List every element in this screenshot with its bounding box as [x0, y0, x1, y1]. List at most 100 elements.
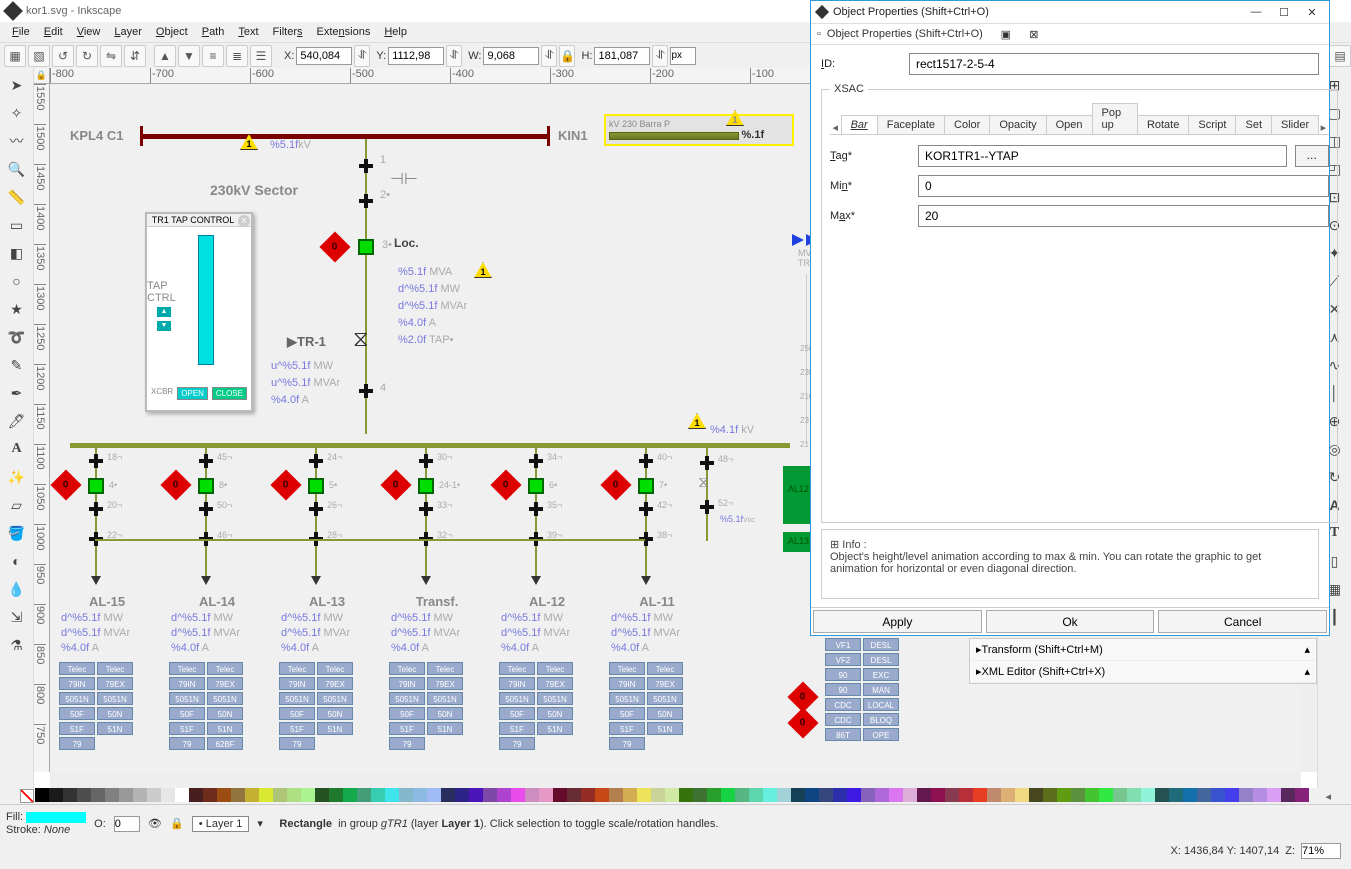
swatch[interactable]: [287, 788, 301, 802]
swatch[interactable]: [399, 788, 413, 802]
tap-close-button[interactable]: CLOSE: [212, 387, 247, 400]
swatch[interactable]: [259, 788, 273, 802]
swatch[interactable]: [945, 788, 959, 802]
swatch[interactable]: [497, 788, 511, 802]
swatch[interactable]: [1071, 788, 1085, 802]
swatch[interactable]: [441, 788, 455, 802]
swatch[interactable]: [1057, 788, 1071, 802]
tool-dropper[interactable]: 💧: [4, 576, 30, 602]
swatch[interactable]: [735, 788, 749, 802]
swatch[interactable]: [721, 788, 735, 802]
swatch[interactable]: [301, 788, 315, 802]
tool-measure[interactable]: 📏: [4, 184, 30, 210]
swatch[interactable]: [525, 788, 539, 802]
dialog-close-button[interactable]: ✕: [1301, 3, 1323, 21]
id-input[interactable]: [909, 53, 1319, 75]
menu-extensions[interactable]: Extensions: [311, 24, 377, 40]
ruler-lock-icon[interactable]: 🔒: [34, 68, 50, 84]
info-header[interactable]: ⊞ Info :: [830, 538, 1310, 551]
h-input[interactable]: [594, 47, 650, 65]
cancel-button[interactable]: Cancel: [1158, 610, 1327, 633]
swatch[interactable]: [805, 788, 819, 802]
tab-bar[interactable]: Bar: [841, 115, 878, 134]
layer-indicator[interactable]: • Layer 1: [192, 816, 250, 832]
swatch[interactable]: [91, 788, 105, 802]
swatch[interactable]: [315, 788, 329, 802]
swatch-none[interactable]: [20, 789, 34, 803]
h-spin[interactable]: ⥯: [652, 45, 668, 67]
swatch[interactable]: [1281, 788, 1295, 802]
xml-editor-panel-header[interactable]: ▸ XML Editor (Shift+Ctrl+X)▴: [970, 661, 1316, 683]
w-spin[interactable]: ⥯: [541, 45, 557, 67]
swatch[interactable]: [567, 788, 581, 802]
tb-rotate[interactable]: ↺: [52, 45, 74, 67]
ruler-vertical[interactable]: 1550150014501400135013001250120011501100…: [34, 84, 50, 772]
transform-panel-header[interactable]: ▸ Transform (Shift+Ctrl+M)▴: [970, 639, 1316, 661]
swatch[interactable]: [777, 788, 791, 802]
bay-breaker-green[interactable]: [198, 478, 214, 494]
tb-align1[interactable]: ≡: [202, 45, 224, 67]
swatch[interactable]: [1141, 788, 1155, 802]
bay-breaker-green[interactable]: [308, 478, 324, 494]
tag-browse-button[interactable]: …: [1295, 145, 1329, 167]
tool-lpe[interactable]: ⚗: [4, 632, 30, 658]
tab-opacity[interactable]: Opacity: [989, 115, 1046, 134]
menu-text[interactable]: Text: [232, 24, 264, 40]
swatch[interactable]: [931, 788, 945, 802]
swatch[interactable]: [357, 788, 371, 802]
swatch[interactable]: [693, 788, 707, 802]
bay-breaker-red[interactable]: 0: [380, 469, 411, 500]
tool-calligraphy[interactable]: 🖊: [4, 408, 30, 434]
swatch[interactable]: [847, 788, 861, 802]
tab-slider[interactable]: Slider: [1271, 115, 1319, 134]
swatch[interactable]: [245, 788, 259, 802]
dialog-titlebar[interactable]: Object Properties (Shift+Ctrl+O) — ☐ ✕: [811, 1, 1329, 23]
swatch[interactable]: [105, 788, 119, 802]
swatch[interactable]: [553, 788, 567, 802]
swatch[interactable]: [413, 788, 427, 802]
menu-layer[interactable]: Layer: [108, 24, 148, 40]
tool-pencil[interactable]: ✎: [4, 352, 30, 378]
swatch[interactable]: [147, 788, 161, 802]
tb-raise[interactable]: ▲: [154, 45, 176, 67]
bay-breaker-red[interactable]: 0: [160, 469, 191, 500]
zoom-input[interactable]: [1301, 843, 1341, 859]
bay-breaker-red[interactable]: 0: [270, 469, 301, 500]
swatch[interactable]: [63, 788, 77, 802]
tap-control-panel[interactable]: TR1 TAP CONTROL× TAP CTRL ▲ ▼ XCBR OPEN …: [145, 212, 253, 412]
lock-layer-icon[interactable]: 🔒: [170, 817, 184, 830]
tool-zoom[interactable]: 🔍: [4, 156, 30, 182]
swatch[interactable]: [903, 788, 917, 802]
bay-breaker-green[interactable]: [638, 478, 654, 494]
tb-new[interactable]: ▦: [4, 45, 26, 67]
tab-set[interactable]: Set: [1235, 115, 1272, 134]
dialog-detach-icon[interactable]: ▣: [995, 25, 1017, 43]
swatch[interactable]: [1029, 788, 1043, 802]
tap-down-button[interactable]: ▼: [157, 321, 171, 331]
bay-breaker-red[interactable]: 0: [600, 469, 631, 500]
tool-gradient[interactable]: ◐: [4, 548, 30, 574]
swatch[interactable]: [1225, 788, 1239, 802]
apply-button[interactable]: Apply: [813, 610, 982, 633]
swatch[interactable]: [1127, 788, 1141, 802]
swatch[interactable]: [623, 788, 637, 802]
tap-open-button[interactable]: OPEN: [177, 387, 208, 400]
max-input[interactable]: [918, 205, 1329, 227]
tool-bezier[interactable]: ✒: [4, 380, 30, 406]
swatch[interactable]: [511, 788, 525, 802]
opacity-input[interactable]: [114, 816, 140, 832]
swatch[interactable]: [679, 788, 693, 802]
tabs-scroll-right[interactable]: ▸: [1318, 121, 1329, 134]
bay-breaker-red[interactable]: 0: [490, 469, 521, 500]
swatch[interactable]: [427, 788, 441, 802]
swatch[interactable]: [819, 788, 833, 802]
lock-wh[interactable]: 🔒: [559, 45, 575, 67]
breaker-green[interactable]: [358, 239, 374, 255]
swatch[interactable]: [119, 788, 133, 802]
fill-swatch[interactable]: [26, 812, 86, 823]
ok-button[interactable]: Ok: [986, 610, 1155, 633]
tool-ellipse[interactable]: ○: [4, 268, 30, 294]
bay-breaker-red[interactable]: 0: [50, 469, 81, 500]
menu-edit[interactable]: Edit: [38, 24, 69, 40]
min-input[interactable]: [918, 175, 1329, 197]
